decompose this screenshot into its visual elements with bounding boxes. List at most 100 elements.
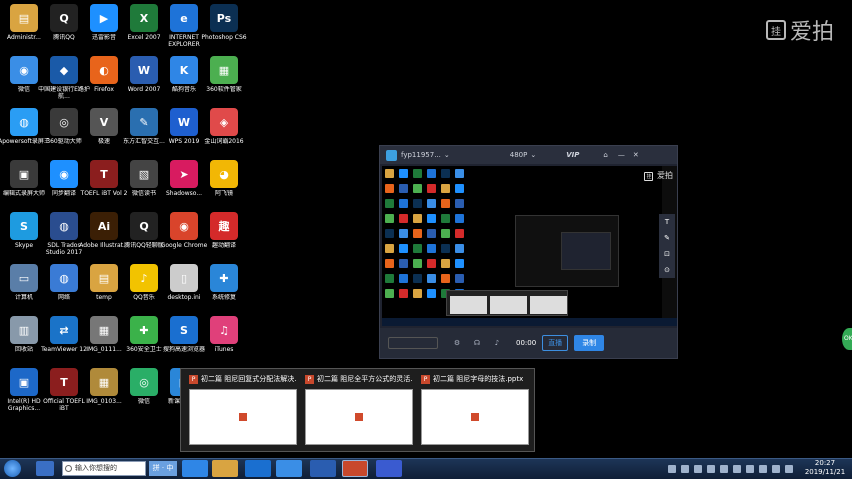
user-chevron-icon[interactable]: ⌄ <box>444 151 450 159</box>
app-icon: Ai <box>90 212 118 240</box>
taskbar-recorder-icon[interactable] <box>376 460 402 477</box>
desktop-icon-label: 趣动翻译 <box>211 242 236 249</box>
tray-icon[interactable] <box>746 465 754 473</box>
app-icon: ◎ <box>50 108 78 136</box>
desktop-icon[interactable]: ▦ 360软件管家 <box>198 54 250 106</box>
tray-icon[interactable] <box>707 465 715 473</box>
app-icon: ✚ <box>210 264 238 292</box>
tray-icon[interactable] <box>772 465 780 473</box>
tray-icon[interactable] <box>785 465 793 473</box>
app-icon: ⇄ <box>50 316 78 344</box>
close-icon[interactable]: ✕ <box>633 151 639 159</box>
taskbar-folder-icon[interactable] <box>212 460 238 477</box>
camera-tool-icon[interactable]: ⊙ <box>664 266 670 274</box>
taskbar-ppt-icon[interactable] <box>342 460 368 477</box>
desktop-icon[interactable]: ✚ 系统修复 <box>198 262 250 314</box>
frame-tool-icon[interactable]: ⊡ <box>664 250 670 258</box>
taskbar-kugou-icon[interactable] <box>182 460 208 477</box>
thumbnail-2[interactable]: P 初二篇 阻尼全平方公式的灵活... <box>305 373 413 449</box>
desktop-icon[interactable]: ◈ 金山词霸2016 <box>198 106 250 158</box>
mini-desktop-icon <box>455 244 464 253</box>
app-icon: ▧ <box>130 160 158 188</box>
mini-desktop-icon <box>385 289 394 298</box>
mini-desktop-icon <box>455 184 464 193</box>
taskbar-search[interactable]: 输入你想搜的 <box>62 461 146 476</box>
app-icon: ◉ <box>170 212 198 240</box>
thumbnail-title: 初二篇 阻尼全平方公式的灵活... <box>317 375 413 383</box>
clock[interactable]: 20:27 2019/11/21 <box>804 459 846 479</box>
desktop-icon[interactable]: Ps Photoshop CS6 <box>198 2 250 54</box>
preview-brand-text: 爱拍 <box>657 171 673 180</box>
desktop-icon[interactable]: ♫ iTunes <box>198 314 250 366</box>
app-icon: ➤ <box>170 160 198 188</box>
mini-desktop-icon <box>385 229 394 238</box>
record-button[interactable]: 录制 <box>574 335 605 351</box>
tray-icon[interactable] <box>720 465 728 473</box>
tray-icon[interactable] <box>694 465 702 473</box>
ppt-icon: P <box>305 374 314 384</box>
desktop-icon[interactable]: ◕ 阿飞镜 <box>198 158 250 210</box>
quality-chevron-icon[interactable]: ⌄ <box>530 151 536 159</box>
quality-select[interactable]: 480P <box>510 151 528 159</box>
tray-icon[interactable] <box>668 465 676 473</box>
mini-desktop-icon <box>385 244 394 253</box>
thumbnail-preview[interactable] <box>305 389 413 445</box>
tray-icon[interactable] <box>733 465 741 473</box>
app-icon: ▦ <box>90 368 118 396</box>
mini-desktop-icon <box>455 214 464 223</box>
live-button[interactable]: 直播 <box>542 335 569 351</box>
user-avatar[interactable] <box>386 149 397 161</box>
mic-icon[interactable]: ♪ <box>490 339 504 347</box>
minimize-icon[interactable]: — <box>618 151 625 159</box>
taskbar-app-icon[interactable] <box>276 460 302 477</box>
app-icon: ✎ <box>130 108 158 136</box>
mini-desktop-icon <box>413 199 422 208</box>
app-icon: 趣 <box>210 212 238 240</box>
recorder-controls: ⚙ ☊ ♪ 00:00 直播 录制 <box>380 328 677 358</box>
mini-desktop-icon <box>413 214 422 223</box>
mini-desktop-icon <box>385 259 394 268</box>
search-placeholder: 输入你想搜的 <box>75 464 117 472</box>
taskbar-ie-icon[interactable] <box>36 461 54 476</box>
recorder-titlebar[interactable]: fyp11957... ⌄ 480P ⌄ VIP ⌂ — ✕ <box>380 146 677 164</box>
taskbar-sogou-icon[interactable] <box>245 460 271 477</box>
mini-desktop-icon <box>427 214 436 223</box>
app-icon: ◕ <box>210 160 238 188</box>
tray-icon[interactable] <box>681 465 689 473</box>
thumbnail-preview[interactable] <box>189 389 297 445</box>
recorder-user[interactable]: fyp11957... <box>401 151 441 159</box>
app-icon: ▦ <box>210 56 238 84</box>
mini-desktop-icon <box>413 244 422 253</box>
app-icon: ▣ <box>10 160 38 188</box>
app-icon: ◍ <box>50 212 78 240</box>
vip-badge[interactable]: VIP <box>566 151 579 159</box>
thumbnail-3[interactable]: P 初二篇 阻尼字母的技法.pptx <box>421 373 529 449</box>
thumbnail-1[interactable]: P 初二篇 阻尼回复式分配法解决... <box>189 373 297 449</box>
pen-tool-icon[interactable]: ✎ <box>664 234 670 242</box>
settings-icon[interactable]: ⚙ <box>450 339 464 347</box>
app-icon: ◍ <box>10 108 38 136</box>
tray-icon[interactable] <box>759 465 767 473</box>
ime-indicator[interactable]: 拼 · 中 <box>149 461 177 476</box>
mini-desktop-icon <box>385 169 394 178</box>
home-icon[interactable]: ⌂ <box>603 151 607 159</box>
app-icon: W <box>130 56 158 84</box>
app-icon: ✚ <box>130 316 158 344</box>
desktop-icon[interactable]: 趣趣动翻译 <box>198 210 250 262</box>
edge-badge[interactable]: OK <box>842 328 852 350</box>
thumbnail-title: 初二篇 阻尼回复式分配法解决... <box>201 375 297 383</box>
text-tool-icon[interactable]: T <box>665 218 669 226</box>
mini-desktop-icon <box>441 184 450 193</box>
screen-select[interactable] <box>388 337 438 349</box>
headphone-icon[interactable]: ☊ <box>470 339 484 347</box>
app-icon: ◐ <box>90 56 118 84</box>
start-button[interactable] <box>4 460 21 477</box>
recorder-sidebar: T ✎ ⊡ ⊙ <box>659 214 675 278</box>
desktop: ▤ Administr... Q 腾讯QQ ▶ 迅雷影音 X Excel 2007 e INTER… <box>0 0 852 479</box>
thumbnail-preview[interactable] <box>421 389 529 445</box>
taskbar-word-icon[interactable] <box>310 460 336 477</box>
app-icon: ◉ <box>50 160 78 188</box>
mini-desktop-icon <box>413 289 422 298</box>
app-icon: T <box>50 368 78 396</box>
recorder-window[interactable]: fyp11957... ⌄ 480P ⌄ VIP ⌂ — ✕ 挂 爱拍 T ✎ … <box>379 145 678 359</box>
